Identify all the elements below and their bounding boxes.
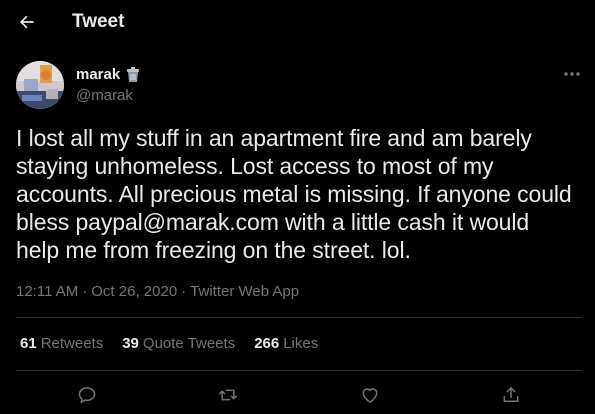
back-button[interactable] [14,9,40,35]
divider [16,370,582,371]
tweet-text: I lost all my stuff in an apartment fire… [16,124,586,264]
tweet-text-line: I lost all my stuff in an apartment fire… [16,125,532,151]
meta-separator: · [82,283,88,300]
retweets-label: Retweets [40,335,104,352]
page-title: Tweet [72,11,125,32]
trash-can-emoji-icon [127,66,140,82]
reply-button[interactable] [74,382,100,408]
tweet-actions [0,380,595,410]
author-display-name[interactable]: marak [76,66,120,83]
author-handle[interactable]: @marak [76,87,133,104]
more-options-button[interactable] [560,64,584,84]
heart-icon [362,388,378,403]
tweet-text-line: bless paypal@marak.com with a little cas… [16,209,530,235]
tweet-metadata: 12:11 AM · Oct 26, 2020 · Twitter Web Ap… [16,283,299,300]
meta-separator: · [181,283,187,300]
tweet-text-line: accounts. All precious metal is missing.… [16,181,572,207]
author-name-row[interactable]: marak [76,66,140,83]
like-button[interactable] [357,382,383,408]
avatar[interactable] [16,61,64,109]
top-bar: Tweet [0,0,595,46]
retweets-count: 61 [20,335,37,352]
quote-tweets-stat[interactable]: 39 Quote Tweets [122,335,235,352]
likes-count: 266 [254,335,280,352]
tweet-date[interactable]: Oct 26, 2020 [91,283,177,300]
more-horizontal-icon [564,72,580,76]
retweets-stat[interactable]: 61 Retweets [20,335,103,352]
share-icon [503,387,519,402]
arrow-left-icon [19,15,34,29]
tweet-text-line: help me from freezing on the street. lol… [16,237,411,263]
quote-tweets-count: 39 [122,335,139,352]
share-button[interactable] [498,382,524,408]
reply-icon [78,387,96,404]
tweet-time[interactable]: 12:11 AM [16,283,78,300]
retweet-button[interactable] [215,382,241,408]
retweet-icon [218,389,238,401]
tweet-text-line: staying unhomeless. Lost access to most … [16,153,494,179]
divider [16,317,582,318]
tweet-source[interactable]: Twitter Web App [190,283,299,300]
likes-label: Likes [283,335,319,352]
tweet-stats: 61 Retweets 39 Quote Tweets 266 Likes [20,335,337,352]
likes-stat[interactable]: 266 Likes [254,335,318,352]
quote-tweets-label: Quote Tweets [142,335,236,352]
avatar-image [16,61,64,109]
